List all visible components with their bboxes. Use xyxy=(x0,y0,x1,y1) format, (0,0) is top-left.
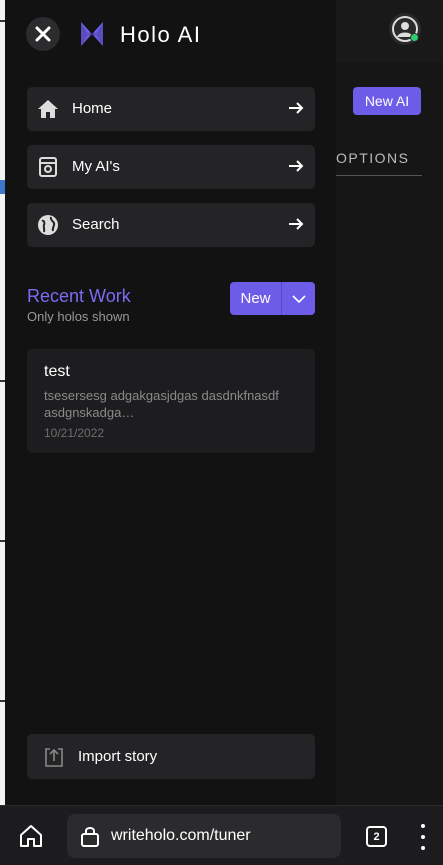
options-tab[interactable]: OPTIONS xyxy=(336,148,422,176)
nav-item-label: Home xyxy=(72,100,113,117)
recent-work-card[interactable]: test tsesersesg adgakgasjdgas dasdnkfnas… xyxy=(27,349,315,453)
drawer-header: Holo AI xyxy=(5,0,336,70)
nav-item-home[interactable]: Home xyxy=(27,87,315,131)
card-title: test xyxy=(44,363,70,380)
home-icon xyxy=(38,100,58,118)
close-icon xyxy=(35,26,51,42)
arrow-right-icon xyxy=(289,160,304,172)
card-description: tsesersesg adgakgasjdgas dasdnkfnasdf as… xyxy=(44,388,279,420)
holo-logo-icon xyxy=(81,22,103,46)
recent-work-subtitle: Only holos shown xyxy=(27,309,130,324)
import-story-button[interactable]: Import story xyxy=(27,734,315,779)
home-icon[interactable] xyxy=(18,823,44,849)
nav-item-label: Search xyxy=(72,216,120,233)
navigation-drawer: Holo AI Home My AI's Search Recent Work … xyxy=(5,0,336,805)
new-split-button: New xyxy=(230,282,315,315)
tab-switcher-button[interactable]: 2 xyxy=(366,826,387,847)
new-ai-button[interactable]: New AI xyxy=(353,87,421,115)
upload-icon xyxy=(45,748,63,767)
nav-item-search[interactable]: Search xyxy=(27,203,315,247)
chevron-down-icon xyxy=(291,294,306,303)
card-date: 10/21/2022 xyxy=(44,426,105,440)
background-page xyxy=(336,0,443,805)
online-status-dot xyxy=(410,33,419,42)
url-text: writeholo.com/tuner xyxy=(111,827,251,844)
robot-box-icon xyxy=(39,157,57,177)
close-button[interactable] xyxy=(26,17,60,51)
new-button[interactable]: New xyxy=(230,282,282,315)
arrow-right-icon xyxy=(289,102,304,114)
new-dropdown-button[interactable] xyxy=(282,282,315,315)
import-story-label: Import story xyxy=(78,748,158,765)
browser-toolbar: writeholo.com/tuner 2 xyxy=(0,805,443,865)
arrow-right-icon xyxy=(289,218,304,230)
recent-work-heading: Recent Work xyxy=(27,286,131,306)
brand-title: Holo AI xyxy=(120,22,202,47)
menu-dot xyxy=(421,846,425,850)
more-menu-icon[interactable] xyxy=(419,824,427,850)
menu-dot xyxy=(421,835,425,839)
menu-dot xyxy=(421,824,425,828)
globe-icon xyxy=(38,215,58,235)
account-avatar[interactable] xyxy=(389,13,421,45)
address-bar[interactable]: writeholo.com/tuner xyxy=(67,814,341,858)
nav-item-my-ais[interactable]: My AI's xyxy=(27,145,315,189)
lock-icon xyxy=(81,827,99,847)
nav-item-label: My AI's xyxy=(72,158,120,175)
